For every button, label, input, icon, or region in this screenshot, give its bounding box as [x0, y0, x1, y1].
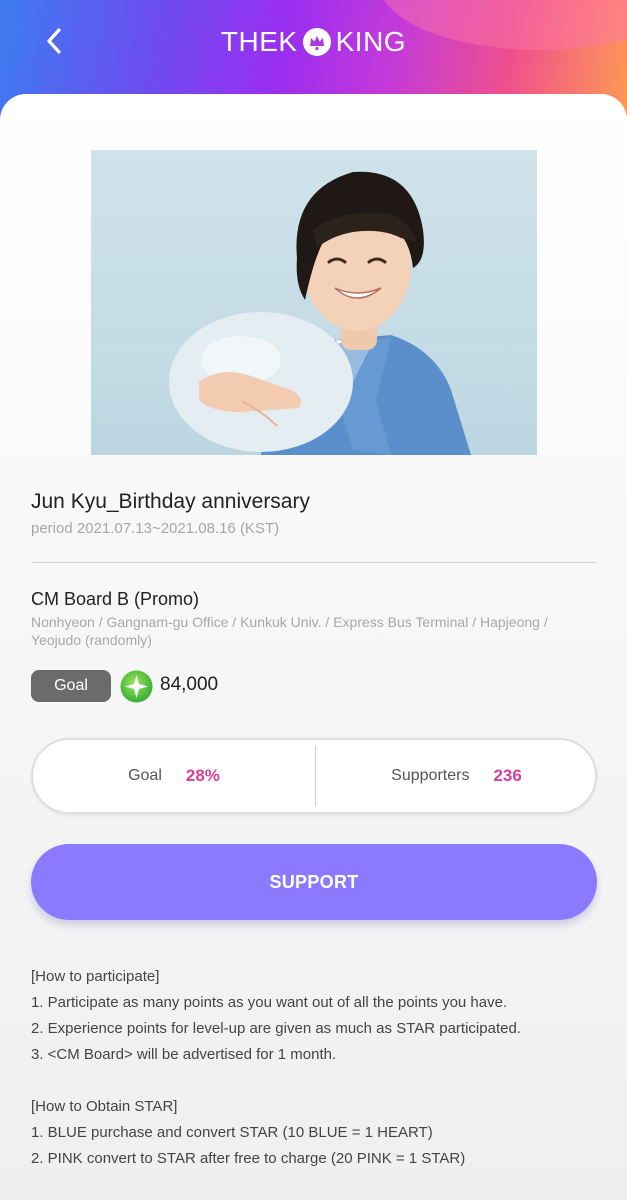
brand-logo: THEK KING: [0, 26, 627, 58]
event-title: Jun Kyu_Birthday anniversary: [31, 490, 310, 513]
goal-stat-value: 28%: [185, 766, 220, 785]
event-photo: [91, 150, 537, 455]
event-period: period 2021.07.13~2021.08.16 (KST): [31, 520, 280, 537]
crown-logo-icon: [302, 28, 331, 56]
brand-left-text: THEK: [220, 26, 298, 57]
obtain-item: 2. PINK convert to STAR after free to ch…: [31, 1150, 466, 1167]
goal-value: 84,000: [160, 674, 219, 695]
goal-stat: Goal 28%: [33, 740, 315, 812]
supporters-stat-value: 236: [493, 766, 522, 785]
support-button[interactable]: SUPPORT: [31, 844, 597, 920]
participate-heading: [How to participate]: [31, 968, 160, 985]
participate-item: 2. Experience points for level-up are gi…: [31, 1020, 521, 1037]
supporters-stat: Supporters 236: [316, 740, 597, 812]
stats-panel: Goal 28% Supporters 236: [31, 738, 597, 814]
content-card: Jun Kyu_Birthday anniversary period 2021…: [0, 94, 627, 1200]
portrait-illustration: [169, 171, 471, 455]
info-section: [How to participate] 1. Participate as m…: [31, 964, 611, 1172]
obtain-item: 1. BLUE purchase and convert STAR (10 BL…: [31, 1124, 433, 1141]
brand-right-text: KING: [335, 26, 407, 57]
goal-badge: Goal: [31, 670, 111, 702]
obtain-heading: [How to Obtain STAR]: [31, 1098, 178, 1115]
goal-stat-label: Goal: [128, 767, 162, 784]
board-name: CM Board B (Promo): [31, 589, 200, 609]
divider: [31, 562, 597, 563]
participate-item: 1. Participate as many points as you wan…: [31, 994, 508, 1011]
supporters-stat-label: Supporters: [391, 767, 470, 784]
green-star-icon: [120, 670, 153, 703]
participate-item: 3. <CM Board> will be advertised for 1 m…: [31, 1046, 337, 1063]
board-locations: Nonhyeon / Gangnam-gu Office / Kunkuk Un…: [31, 614, 548, 648]
